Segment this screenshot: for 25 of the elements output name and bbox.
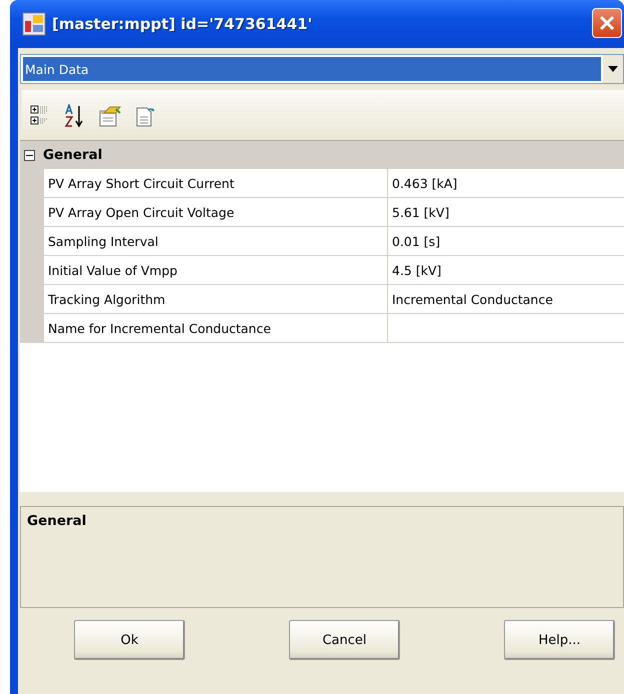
dialog-button[interactable]: Help...	[504, 620, 615, 660]
window-icon	[22, 12, 46, 36]
description-title: General	[27, 513, 86, 529]
property-name[interactable]: Name for Incremental Conductance	[44, 314, 388, 343]
object-dropdown[interactable]: Main Data	[20, 54, 624, 84]
property-name[interactable]: PV Array Short Circuit Current	[44, 169, 388, 198]
property-value[interactable]: 0.01 [s]	[388, 227, 624, 256]
property-value[interactable]: 4.5 [kV]	[388, 256, 624, 285]
properties-icon[interactable]	[98, 104, 122, 128]
row-margin	[20, 314, 44, 343]
property-value[interactable]: Incremental Conductance	[388, 285, 624, 314]
close-button[interactable]	[592, 8, 622, 38]
window-title: [master:mppt] id='747361441'	[52, 15, 312, 33]
property-name[interactable]: PV Array Open Circuit Voltage	[44, 198, 388, 227]
property-value[interactable]: 5.61 [kV]	[388, 198, 624, 227]
property-name[interactable]: Initial Value of Vmpp	[44, 256, 388, 285]
dropdown-arrow-icon	[608, 66, 618, 72]
dialog-button[interactable]: Cancel	[289, 620, 400, 660]
close-icon	[598, 14, 616, 32]
collapse-icon[interactable]	[24, 150, 35, 160]
category-title: General	[43, 147, 102, 163]
dialog-button[interactable]: Ok	[74, 620, 185, 660]
property-name[interactable]: Tracking Algorithm	[44, 285, 388, 314]
property-value[interactable]: 0.463 [kA]	[388, 169, 624, 198]
property-name[interactable]: Sampling Interval	[44, 227, 388, 256]
